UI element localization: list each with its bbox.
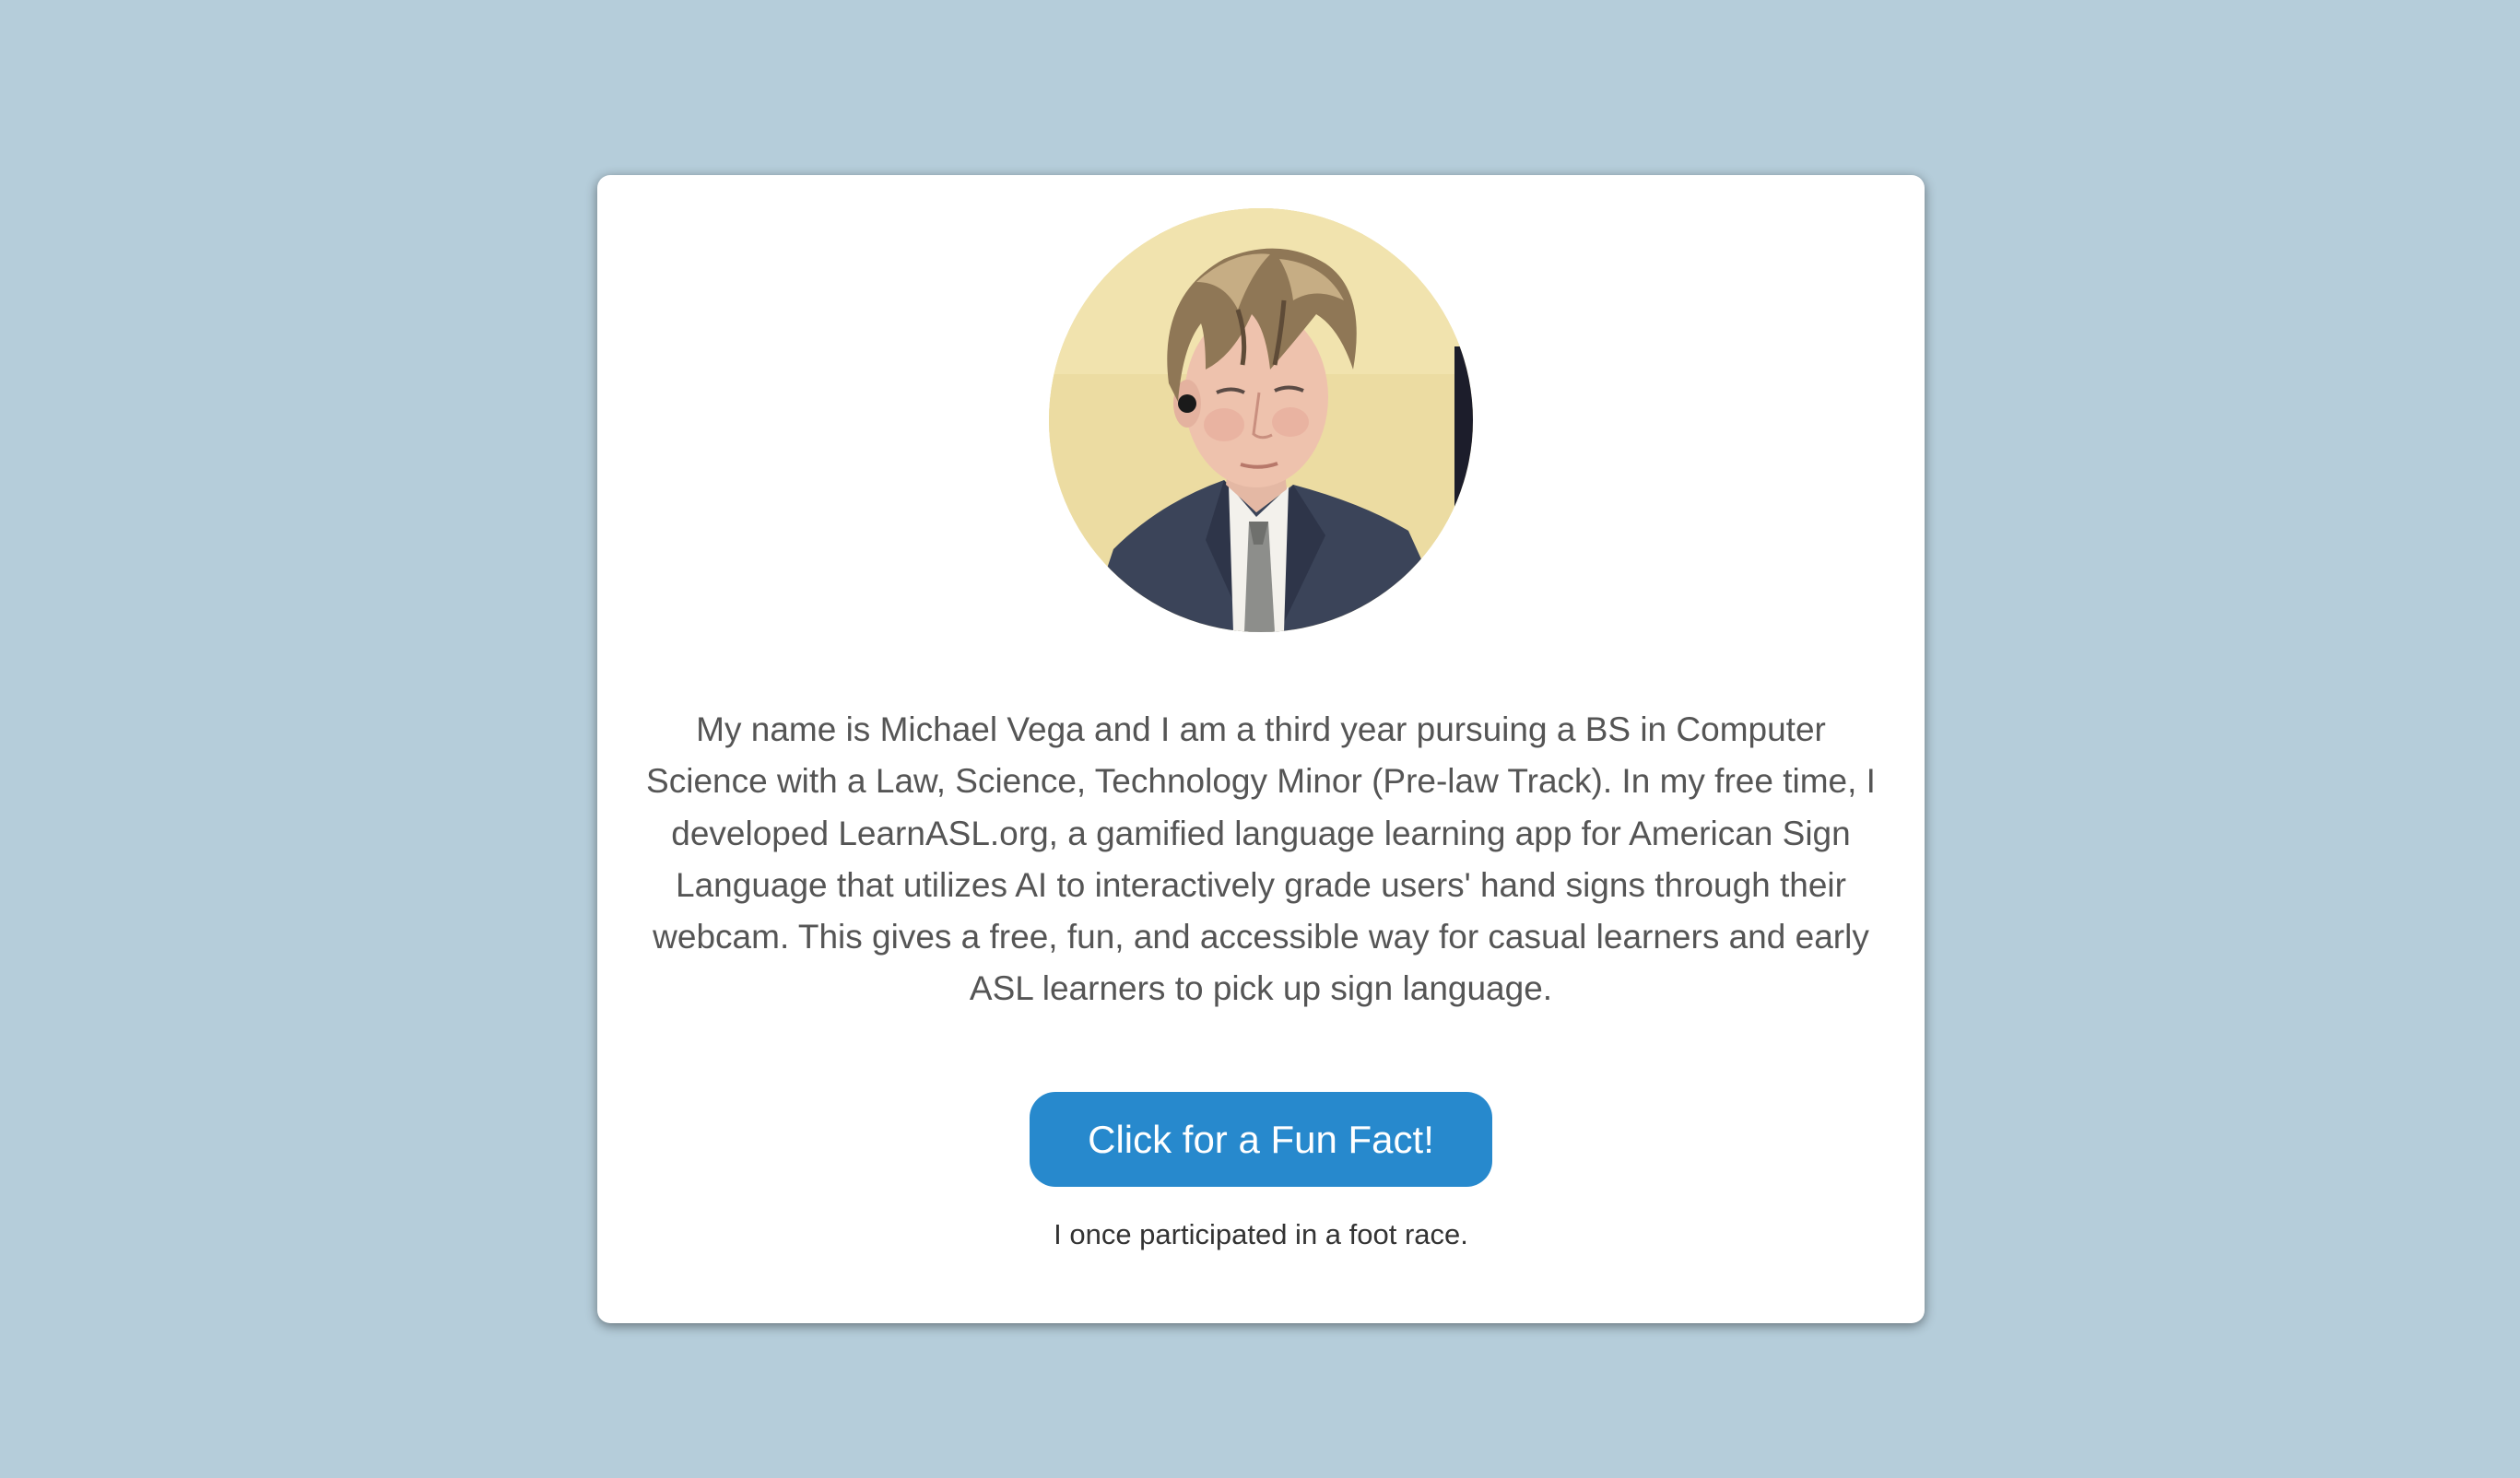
profile-card: My name is Michael Vega and I am a third…: [597, 175, 1925, 1323]
fun-fact-button[interactable]: Click for a Fun Fact!: [1030, 1092, 1492, 1187]
bio-text: My name is Michael Vega and I am a third…: [646, 710, 1876, 1008]
fun-fact-text: I once participated in a foot race.: [1054, 1218, 1468, 1250]
profile-photo: [1049, 208, 1473, 632]
